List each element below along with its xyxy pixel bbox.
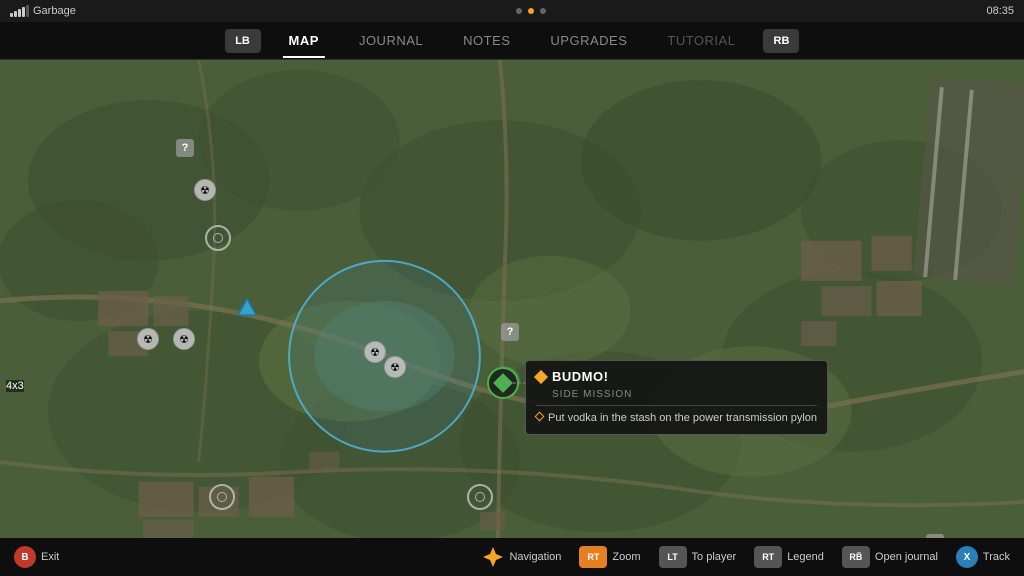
navigation-label: Navigation	[509, 551, 561, 563]
tooltip-divider	[536, 405, 817, 406]
radiation-icon-4: ☢	[364, 341, 386, 363]
target-icon-3	[467, 484, 493, 510]
location-pin-blue	[236, 297, 258, 319]
track-action[interactable]: X Track	[956, 546, 1010, 568]
open-journal-action[interactable]: RB̈ Open journal	[842, 546, 938, 568]
tab-journal[interactable]: Journal	[339, 27, 443, 54]
tab-tutorial[interactable]: Tutorial	[647, 27, 755, 54]
dot-1	[516, 8, 522, 14]
target-icon-2	[209, 484, 235, 510]
tooltip-header: BUDMO!	[536, 369, 817, 384]
dot-3	[540, 8, 546, 14]
multiplier-badge: 4x3	[6, 380, 24, 392]
track-label: Track	[983, 551, 1010, 563]
clock: 08:35	[986, 5, 1014, 17]
x-button[interactable]: X	[956, 546, 978, 568]
mission-task: Put vodka in the stash on the power tran…	[536, 411, 817, 426]
status-left: Garbage	[10, 5, 76, 17]
question-icon-2: ?	[501, 323, 519, 341]
to-player-action[interactable]: LT To player	[659, 546, 737, 568]
radiation-icon-2: ☢	[137, 328, 159, 350]
tooltip-diamond-icon	[534, 369, 548, 383]
tab-upgrades[interactable]: Upgrades	[530, 27, 647, 54]
radiation-icon-3: ☢	[173, 328, 195, 350]
dpad-icon	[482, 546, 504, 568]
tab-notes[interactable]: Notes	[443, 27, 530, 54]
app-name: Garbage	[33, 5, 76, 17]
zoom-label: Zoom	[612, 551, 640, 563]
to-player-label: To player	[692, 551, 737, 563]
nav-bar: LB Map Journal Notes Upgrades Tutorial R…	[0, 22, 1024, 60]
zoom-action: RT Zoom	[579, 546, 640, 568]
rt-button[interactable]: RT	[579, 546, 607, 568]
navigation-action: Navigation	[482, 546, 561, 568]
status-bar: Garbage 08:35	[0, 0, 1024, 22]
mission-marker[interactable]	[487, 367, 519, 399]
map-background: ? ? ? ☢ ☢ ☢ ☢ ☢ 4x3	[0, 60, 1024, 538]
tab-map[interactable]: Map	[269, 27, 339, 54]
rb-button[interactable]: RB̈	[842, 546, 870, 568]
target-icon-1	[205, 225, 231, 251]
right-bumper[interactable]: RB	[763, 29, 799, 53]
task-diamond-icon	[535, 412, 545, 422]
dot-2	[528, 8, 534, 14]
signal-bars	[10, 5, 29, 17]
exit-action[interactable]: B Exit	[14, 546, 59, 568]
radiation-icon-1: ☢	[194, 179, 216, 201]
open-journal-label: Open journal	[875, 551, 938, 563]
b-button[interactable]: B	[14, 546, 36, 568]
map-area: ? ? ? ☢ ☢ ☢ ☢ ☢ 4x3	[0, 60, 1024, 538]
legend-action: RT Legend	[754, 546, 824, 568]
left-bumper[interactable]: LB	[225, 29, 261, 53]
mission-tooltip: BUDMO! SIDE MISSION Put vodka in the sta…	[525, 360, 828, 435]
mission-subtitle: SIDE MISSION	[552, 389, 817, 400]
mission-title: BUDMO!	[552, 369, 608, 384]
radiation-icon-5: ☢	[384, 356, 406, 378]
lt-button[interactable]: LT	[659, 546, 687, 568]
terrain-svg	[0, 60, 1024, 538]
legend-label: Legend	[787, 551, 824, 563]
status-center	[516, 8, 546, 14]
exit-label: Exit	[41, 551, 59, 563]
question-icon-1: ?	[176, 139, 194, 157]
bottom-bar: B Exit Navigation RT Zoom LT To player R…	[0, 538, 1024, 576]
rt2-button[interactable]: RT	[754, 546, 782, 568]
